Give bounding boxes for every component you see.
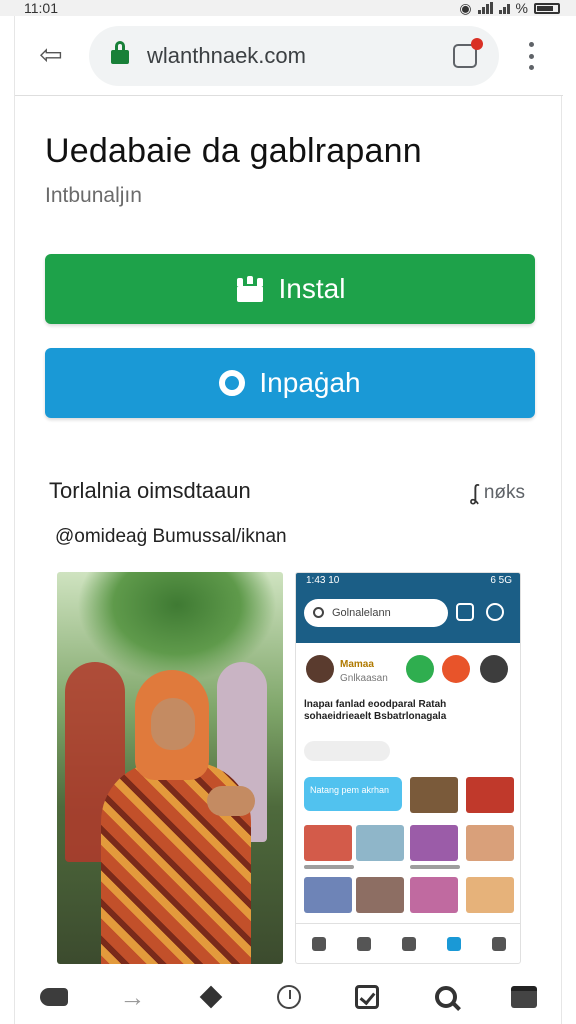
screenshot-photo[interactable] (57, 572, 283, 964)
preview-tile (466, 825, 514, 861)
preview-green-icon (406, 655, 434, 683)
preview-tile (410, 877, 458, 913)
notification-dot (471, 38, 483, 50)
search-profile-icon[interactable] (430, 981, 462, 1013)
battery-percent: % (515, 0, 528, 16)
preview-tile (410, 825, 458, 861)
bottom-nav: → (15, 970, 563, 1024)
preview-search-text: Golnalelann (332, 607, 391, 619)
preview-meta: Gnlkaasan (340, 673, 388, 684)
preview-info-icon (456, 603, 474, 621)
forward-icon[interactable]: → (116, 981, 148, 1013)
preview-tile (466, 777, 514, 813)
preview-orange-icon (442, 655, 470, 683)
ring-icon (219, 370, 246, 396)
preview-settings-icon (486, 603, 504, 621)
preview-bottom-nav (296, 923, 520, 963)
preview-search: Golnalelann (304, 599, 448, 627)
more-label: nøks (483, 482, 525, 503)
bookmark-diamond-icon[interactable] (195, 981, 227, 1013)
tab-switcher-icon[interactable] (453, 38, 483, 68)
preview-tile (356, 825, 404, 861)
preview-avatar (306, 655, 334, 683)
overflow-menu-icon[interactable] (523, 42, 539, 70)
tabs-icon[interactable] (508, 981, 540, 1013)
preview-caption (410, 865, 460, 869)
section-heading: Torlalnia oimsdtaaun (49, 478, 251, 503)
link-icon: ʆ (470, 480, 478, 505)
open-button[interactable]: Inpaġah (45, 348, 535, 418)
install-button[interactable]: Instal (45, 254, 535, 324)
preview-tile (356, 877, 404, 913)
preview-avatar-2 (480, 655, 508, 683)
preview-status-right: 6 5G (490, 575, 512, 586)
back-icon[interactable] (38, 981, 70, 1013)
checkbox-icon[interactable] (351, 981, 383, 1013)
preview-author: Mamaa (340, 659, 374, 670)
battery-icon (534, 2, 560, 14)
screenshot-app-ui[interactable]: 1:43 10 6 5G Golnalelann Mamaa Gnlkaasan… (295, 572, 521, 964)
open-label: Inpaġah (259, 367, 361, 398)
signal-2-icon (498, 2, 510, 14)
history-clock-icon[interactable] (273, 981, 305, 1013)
url-text[interactable]: wlanthnaek.com (147, 42, 306, 70)
status-bar: 11:01 ◉ % (0, 0, 576, 16)
lock-icon (111, 41, 129, 64)
address-bar[interactable]: wlanthnaek.com (89, 26, 499, 86)
preview-header: 1:43 10 6 5G Golnalelann (296, 573, 520, 643)
preview-tile (304, 877, 352, 913)
preview-tile (304, 825, 352, 861)
status-time: 11:01 (24, 0, 58, 16)
back-arrow-icon[interactable]: ⇦ (35, 40, 67, 72)
preview-banner: Natang pem akrhan (304, 777, 402, 811)
browser-frame: ⇦ wlanthnaek.com Uedabaie da gablrapann … (14, 16, 563, 1024)
more-link[interactable]: ʆ nøks (470, 480, 525, 506)
signal-icon (477, 2, 493, 14)
developer-name[interactable]: @omideaġ Bumussal/iknan (55, 526, 287, 548)
install-label: Instal (278, 273, 346, 304)
browser-toolbar: ⇦ wlanthnaek.com (15, 16, 563, 96)
preview-tile (410, 777, 458, 813)
preview-tile (466, 877, 514, 913)
page-title: Uedabaie da gablrapann (45, 132, 422, 170)
preview-caption (304, 865, 354, 869)
preview-status-time: 1:43 10 (306, 575, 340, 586)
search-icon (313, 607, 324, 618)
preview-chip (304, 741, 390, 761)
crown-icon (235, 276, 265, 302)
page-subtitle: Intbunaljın (45, 184, 142, 207)
wifi-icon: ◉ (459, 0, 472, 16)
preview-post-text: lnapaı fanlad eoodparal Ratah sohaeidrie… (304, 699, 447, 722)
status-icons: ◉ % (459, 0, 560, 16)
